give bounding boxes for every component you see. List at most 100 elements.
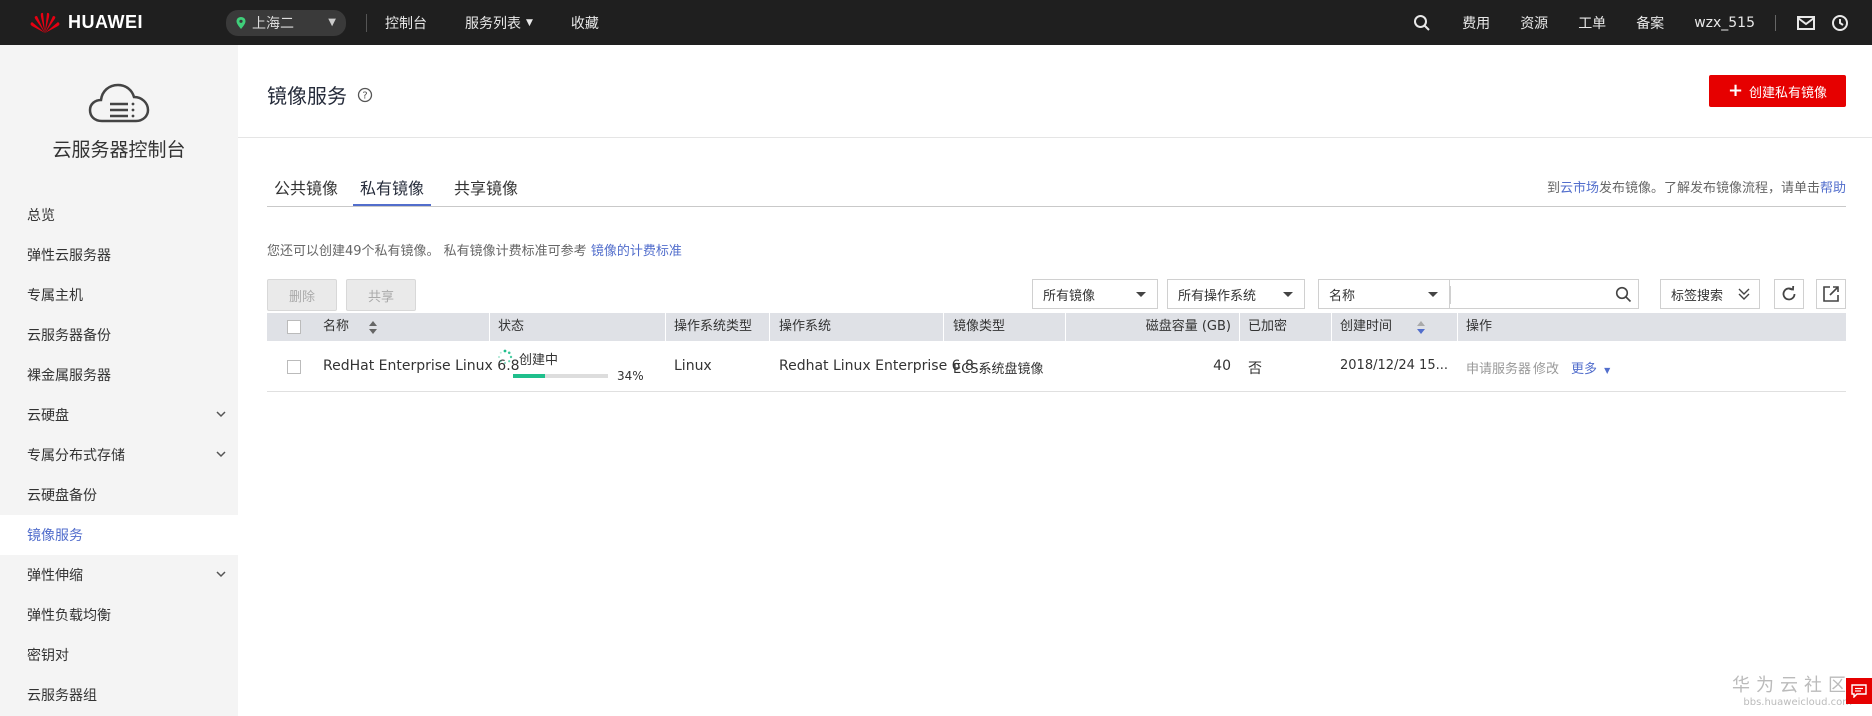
nav-filing[interactable]: 备案 [1636, 13, 1664, 33]
chevron-down-icon [216, 451, 226, 458]
nav-favorites[interactable]: 收藏 [571, 13, 599, 33]
column-divider [665, 313, 666, 341]
os-filter-select[interactable]: 所有操作系统 [1167, 279, 1305, 309]
marketplace-link[interactable]: 云市场 [1560, 181, 1599, 196]
caret-down-icon: ▼ [1604, 366, 1611, 375]
disk-capacity-cell: 40 [1213, 358, 1231, 374]
nav-resources[interactable]: 资源 [1520, 13, 1548, 33]
sort-icon[interactable] [1416, 321, 1426, 334]
topbar-right: 费用 资源 工单 备案 wzx_515 [1412, 0, 1872, 45]
refresh-button[interactable] [1774, 279, 1804, 309]
sidebar-item-server-group[interactable]: 云服务器组 [0, 675, 238, 715]
create-button-label: 创建私有镜像 [1749, 85, 1828, 101]
plus-icon: + [1727, 80, 1744, 101]
chevron-down-icon [216, 571, 226, 578]
page-title: 镜像服务 ? [267, 80, 373, 109]
location-pin-icon [236, 16, 246, 29]
top-navbar: HUAWEI 上海二 ▼ 控制台 服务列表 ▼ 收藏 费用 资源 工单 备案 wz… [0, 0, 1872, 45]
nav-console[interactable]: 控制台 [385, 13, 427, 33]
select-all-checkbox[interactable] [287, 320, 301, 334]
double-chevron-down-icon [1738, 288, 1750, 300]
loading-spinner-icon [498, 349, 513, 364]
hint-prefix: 到 [1546, 181, 1560, 196]
sidebar-item-label: 云服务器组 [27, 688, 97, 704]
sidebar-item-disk-backup[interactable]: 云硬盘备份 [0, 475, 238, 515]
nav-service-list[interactable]: 服务列表 ▼ [465, 13, 533, 33]
huawei-logo[interactable]: HUAWEI [28, 11, 198, 35]
sidebar-item-label: 云硬盘备份 [27, 488, 97, 504]
caret-down-icon [1283, 292, 1293, 297]
sidebar-item-ims[interactable]: 镜像服务 [0, 515, 238, 555]
image-filter-value: 所有镜像 [1043, 288, 1096, 304]
marketplace-hint: 到云市场发布镜像。了解发布镜像流程，请单击帮助 [1547, 177, 1846, 196]
user-account-menu[interactable]: wzx_515 [1694, 15, 1755, 31]
column-header-created[interactable]: 创建时间 [1340, 313, 1425, 341]
chat-support-button[interactable] [1846, 678, 1872, 704]
sidebar-item-dss[interactable]: 专属分布式存储 [0, 435, 238, 475]
delete-button[interactable]: 删除 [267, 279, 337, 311]
progress-bar [513, 374, 608, 378]
sidebar-item-label: 总览 [27, 208, 55, 224]
row-checkbox[interactable] [287, 360, 301, 374]
tab-shared-images[interactable]: 共享镜像 [447, 175, 525, 206]
tab-public-images[interactable]: 公共镜像 [267, 175, 345, 206]
sidebar-item-key-pair[interactable]: 密钥对 [0, 635, 238, 675]
share-button[interactable]: 共享 [346, 279, 416, 311]
progress-percent: 34% [617, 369, 644, 383]
clock-icon[interactable] [1830, 13, 1850, 33]
modify-action[interactable]: 修改 [1533, 358, 1559, 377]
column-header-os: 操作系统 [779, 319, 832, 334]
sidebar-item-server-backup[interactable]: 云服务器备份 [0, 315, 238, 355]
sidebar-item-overview[interactable]: 总览 [0, 195, 238, 235]
more-actions-dropdown[interactable]: 更多 ▼ [1571, 358, 1610, 377]
column-divider [1239, 313, 1240, 341]
sidebar-item-evs[interactable]: 云硬盘 [0, 395, 238, 435]
tag-search-button[interactable]: 标签搜索 [1660, 279, 1760, 309]
search-icon[interactable] [1615, 286, 1632, 303]
caret-down-icon: ▼ [526, 17, 533, 28]
search-field-value: 名称 [1329, 288, 1356, 304]
encrypted-cell: 否 [1248, 361, 1262, 377]
tag-search-label: 标签搜索 [1671, 288, 1724, 304]
nav-billing[interactable]: 费用 [1462, 13, 1490, 33]
watermark: 华为云社区 bbs.huaweicloud.com [1732, 671, 1852, 708]
os-type-cell: Linux [674, 358, 712, 374]
sidebar-item-auto-scaling[interactable]: 弹性伸缩 [0, 555, 238, 595]
sidebar-item-label: 云服务器备份 [27, 328, 111, 344]
search-icon[interactable] [1412, 13, 1432, 33]
tab-private-images[interactable]: 私有镜像 [353, 175, 431, 206]
sidebar-item-label: 密钥对 [27, 648, 69, 664]
progress-bar-fill [513, 374, 546, 378]
chat-bubble-icon [1851, 684, 1867, 698]
created-time-cell: 2018/12/24 15... [1340, 358, 1448, 373]
caret-down-icon [1428, 292, 1438, 297]
sidebar-item-dedicated-host[interactable]: 专属主机 [0, 275, 238, 315]
search-divider [1450, 286, 1451, 304]
nav-tickets[interactable]: 工单 [1578, 13, 1606, 33]
column-header-name[interactable]: 名称 [323, 313, 377, 341]
region-selector[interactable]: 上海二 ▼ [226, 9, 346, 36]
nav-divider [366, 13, 367, 32]
sidebar-item-ecs[interactable]: 弹性云服务器 [0, 235, 238, 275]
apply-server-action[interactable]: 申请服务器 [1466, 358, 1531, 377]
help-link[interactable]: 帮助 [1820, 181, 1846, 196]
help-icon[interactable]: ? [357, 87, 373, 103]
sidebar-item-label: 弹性云服务器 [27, 248, 111, 264]
sidebar: 云服务器控制台 总览 弹性云服务器 专属主机 云服务器备份 裸金属服务器 云硬盘… [0, 45, 238, 716]
sidebar-item-bare-metal[interactable]: 裸金属服务器 [0, 355, 238, 395]
watermark-url: bbs.huaweicloud.com [1743, 697, 1852, 708]
export-button[interactable] [1816, 279, 1846, 309]
sidebar-item-elb[interactable]: 弹性负载均衡 [0, 595, 238, 635]
mail-icon[interactable] [1796, 13, 1816, 33]
billing-standard-link[interactable]: 镜像的计费标准 [591, 244, 682, 259]
column-header-os-type: 操作系统类型 [674, 319, 753, 334]
search-field-select[interactable]: 名称 [1318, 279, 1449, 309]
sort-icon[interactable] [368, 321, 378, 334]
image-filter-select[interactable]: 所有镜像 [1032, 279, 1158, 309]
nav-console-label: 控制台 [385, 15, 427, 32]
search-input[interactable] [1449, 279, 1639, 309]
image-name-link[interactable]: RedHat Enterprise Linux 6.8 [323, 358, 520, 374]
caret-down-icon [1136, 292, 1146, 297]
create-private-image-button[interactable]: + 创建私有镜像 [1709, 75, 1846, 107]
table-header: 名称 状态 操作系统类型 操作系统 镜像类型 磁盘容量 (GB) 已加密 创建时… [267, 313, 1846, 341]
